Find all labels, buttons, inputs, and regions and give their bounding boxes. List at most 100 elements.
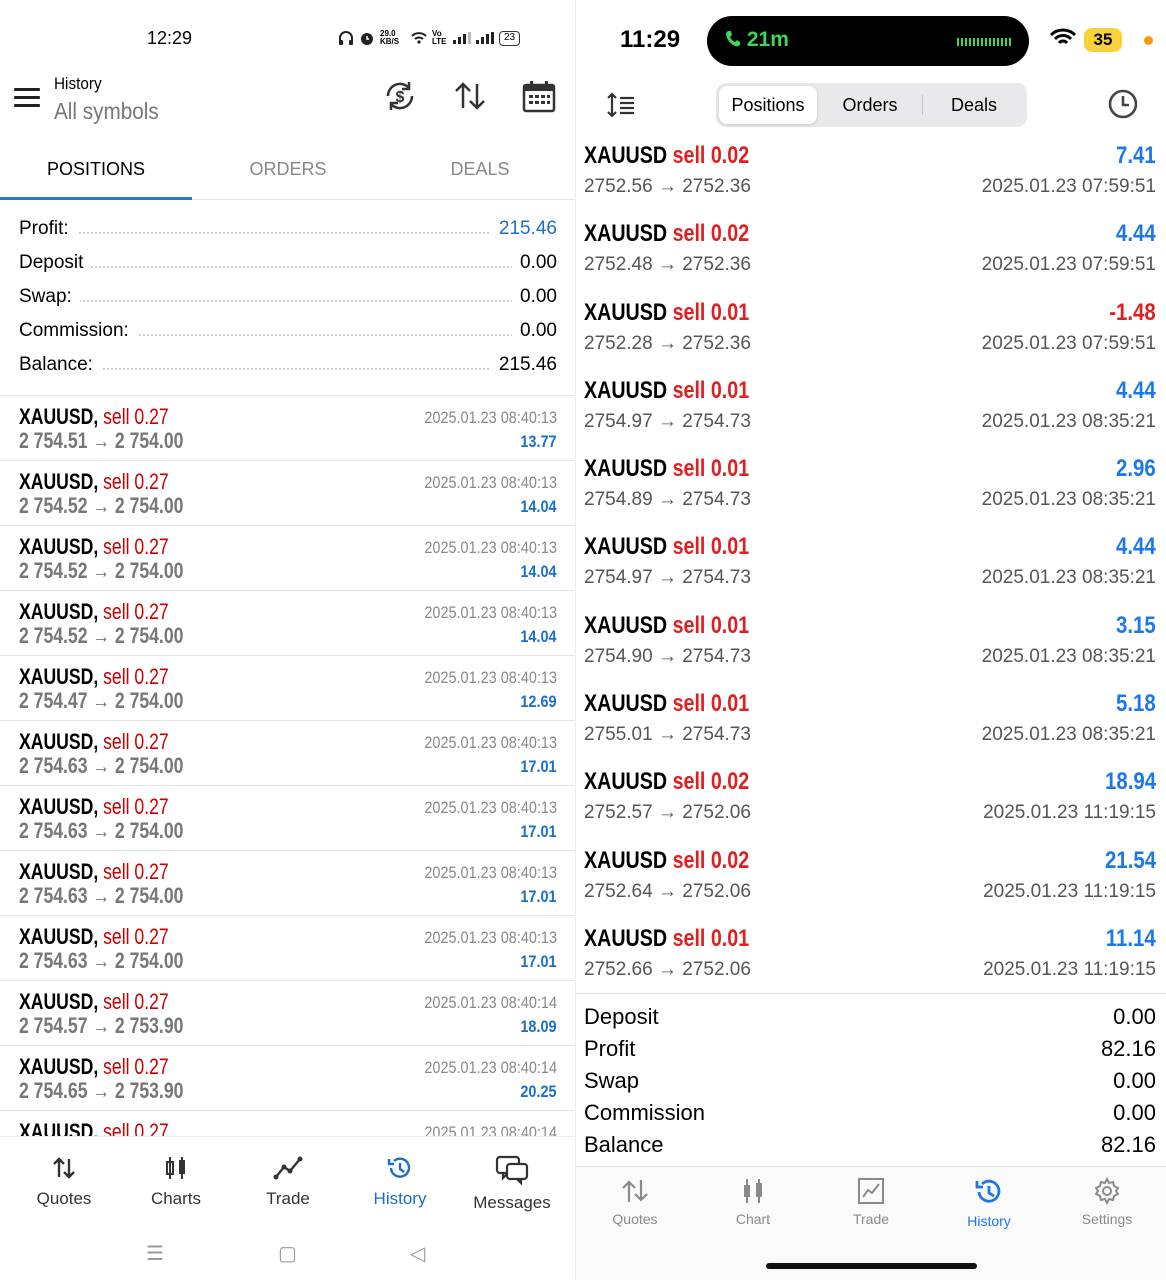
position-symbol: XAUUSD, sell 0.27 [19,534,169,560]
position-side: sell 0.27 [103,599,169,624]
position-row[interactable]: XAUUSD, sell 0.27 2 754.63 → 2 754.00 2025… [0,916,575,981]
price-range: 2 754.52 → 2 754.00 [19,623,184,648]
symbol-name: XAUUSD [584,220,668,248]
symbol-name: XAUUSD, [19,794,99,819]
nav-charts[interactable]: Charts [120,1155,232,1209]
position-row[interactable]: XAUUSD sell 0.01 2752.66 → 2752.06 11.14 20… [576,921,1166,999]
price-range: 2755.01 → 2754.73 [584,724,751,746]
position-row[interactable]: XAUUSD, sell 0.27 2 754.63 → 2 754.00 2025… [0,721,575,786]
position-row[interactable]: XAUUSD sell 0.02 2752.48 → 2752.36 4.44 202… [576,216,1166,294]
nav-trade[interactable]: Trade [232,1155,344,1209]
position-row[interactable]: XAUUSD, sell 0.27 2 754.52 → 2 754.00 2025… [0,591,575,656]
segment-divider [922,95,923,115]
position-profit: 13.77 [520,432,557,451]
symbol-name: XAUUSD, [19,1119,99,1136]
position-row[interactable]: XAUUSD sell 0.01 2752.28 → 2752.36 -1.48 20… [576,295,1166,373]
position-date: 2025.01.23 11:19:15 [983,958,1156,980]
symbol-name: XAUUSD, [19,664,99,689]
position-symbol: XAUUSD, sell 0.27 [19,989,169,1015]
position-row[interactable]: XAUUSD sell 0.01 2754.97 → 2754.73 4.44 202… [576,529,1166,607]
summary-row: Deposit 0.00 [576,1002,1166,1034]
signal-icon [453,32,471,44]
candlestick-icon [744,1179,762,1203]
nav-history[interactable]: History [344,1155,456,1209]
position-row[interactable]: XAUUSD sell 0.01 2754.89 → 2754.73 2.96 202… [576,451,1166,529]
position-side: sell 0.27 [103,729,169,754]
position-date: 2025.01.23 08:40:14 [424,1058,557,1077]
nav-history[interactable]: History [930,1177,1048,1229]
price-range: 2754.89 → 2754.73 [584,489,751,511]
position-row[interactable]: XAUUSD sell 0.01 2754.97 → 2754.73 4.44 202… [576,373,1166,451]
position-profit: 17.01 [520,757,557,776]
position-side: sell 0.01 [672,690,750,718]
wifi-icon [411,32,427,44]
summary-value: 0.00 [512,286,557,308]
tab-positions[interactable]: Positions [719,86,817,124]
position-side: sell 0.01 [672,924,750,952]
position-row[interactable]: XAUUSD sell 0.02 2752.64 → 2752.06 21.54 20… [576,843,1166,921]
system-navigation: ☰ ▢ ◁ [0,1237,575,1267]
position-symbol: XAUUSD, sell 0.27 [19,1119,169,1136]
position-row[interactable]: XAUUSD, sell 0.27 2 754.63 → 2 754.00 2025… [0,786,575,851]
position-side: sell 0.02 [672,220,750,248]
menu-icon[interactable] [14,88,40,108]
back-button[interactable]: ◁ [410,1241,425,1266]
position-row[interactable]: XAUUSD, sell 0.27 2 754.57 → 2 753.90 2025… [0,981,575,1046]
sort-icon[interactable] [452,78,488,114]
history-tabs: POSITIONS ORDERS DEALS [0,140,575,200]
tab-positions[interactable]: POSITIONS [0,140,192,200]
position-row[interactable]: XAUUSD, sell 0.27 2 754.63 → 2 754.00 2025… [0,851,575,916]
position-row[interactable]: XAUUSD sell 0.02 2752.56 → 2752.36 7.41 202… [576,138,1166,216]
tab-deals[interactable]: Deals [924,86,1024,124]
position-row[interactable]: XAUUSD sell 0.01 2755.01 → 2754.73 5.18 202… [576,686,1166,764]
nav-trade-label: Trade [852,1211,890,1227]
position-row[interactable]: XAUUSD, sell 0.27 2 754.51 → 2 754.00 2025… [0,396,575,461]
position-symbol: XAUUSD sell 0.01 [584,455,749,483]
tab-orders[interactable]: Orders [820,86,920,124]
nav-chart[interactable]: Chart [694,1177,812,1227]
position-row[interactable]: XAUUSD, sell 0.27 2 754.65 → 2 753.90 2025… [0,1046,575,1111]
position-row[interactable]: XAUUSD, sell 0.27 2 754.52 → 2 754.00 2025… [0,526,575,591]
symbol-name: XAUUSD [584,924,668,952]
dotted-leader [19,300,557,302]
price-range: 2752.56 → 2752.36 [584,176,751,197]
call-duration: 21m [725,28,789,52]
svg-text:$: $ [396,89,405,106]
summary-row: Swap 0.00 [576,1066,1166,1098]
home-indicator[interactable] [766,1263,977,1269]
position-side: sell 0.01 [672,611,750,639]
nav-settings[interactable]: Settings [1048,1177,1166,1227]
tab-orders[interactable]: ORDERS [192,140,384,200]
price-range: 2 754.47 → 2 754.00 [19,688,184,713]
position-row[interactable]: XAUUSD, sell 0.27 2 754.47 → 2 754.00 2025… [0,656,575,721]
position-profit: 4.44 [1116,220,1156,248]
nav-trade[interactable]: Trade [812,1177,930,1227]
position-date: 2025.01.23 08:35:21 [981,645,1156,667]
position-row[interactable]: XAUUSD, sell 0.27 2025.01.23 08:40:14 [0,1111,575,1136]
nav-chart-label: Chart [735,1211,771,1227]
nav-messages[interactable]: Messages [456,1155,568,1213]
position-row[interactable]: XAUUSD sell 0.01 2754.90 → 2754.73 3.15 202… [576,608,1166,686]
summary-label: Profit: [19,218,77,240]
sort-icon[interactable] [606,90,636,120]
position-symbol: XAUUSD sell 0.01 [584,925,749,953]
summary-value: 0.00 [1113,1004,1156,1029]
calendar-icon[interactable] [521,78,557,114]
sync-currency-icon[interactable]: $ [382,78,418,114]
recents-button[interactable]: ☰ [146,1241,164,1266]
position-profit: 4.44 [1116,376,1156,404]
call-indicator[interactable]: 21m [707,16,1029,66]
clock-icon[interactable] [1107,88,1139,120]
symbol-filter[interactable]: All symbols [54,98,159,125]
summary-row: Balance: 215.46 [0,344,575,378]
price-range: 2 754.63 → 2 754.00 [19,948,184,973]
android-history-screen: 12:29 29.0 KB/S Vo LTE 23 History All sy… [0,0,576,1280]
position-symbol: XAUUSD sell 0.02 [584,768,749,796]
home-button[interactable]: ▢ [278,1241,297,1266]
nav-quotes[interactable]: Quotes [8,1155,120,1209]
position-row[interactable]: XAUUSD, sell 0.27 2 754.52 → 2 754.00 2025… [0,461,575,526]
tab-deals[interactable]: DEALS [384,140,575,200]
position-row[interactable]: XAUUSD sell 0.02 2752.57 → 2752.06 18.94 20… [576,764,1166,842]
position-symbol: XAUUSD, sell 0.27 [19,404,169,430]
nav-quotes[interactable]: Quotes [576,1177,694,1227]
